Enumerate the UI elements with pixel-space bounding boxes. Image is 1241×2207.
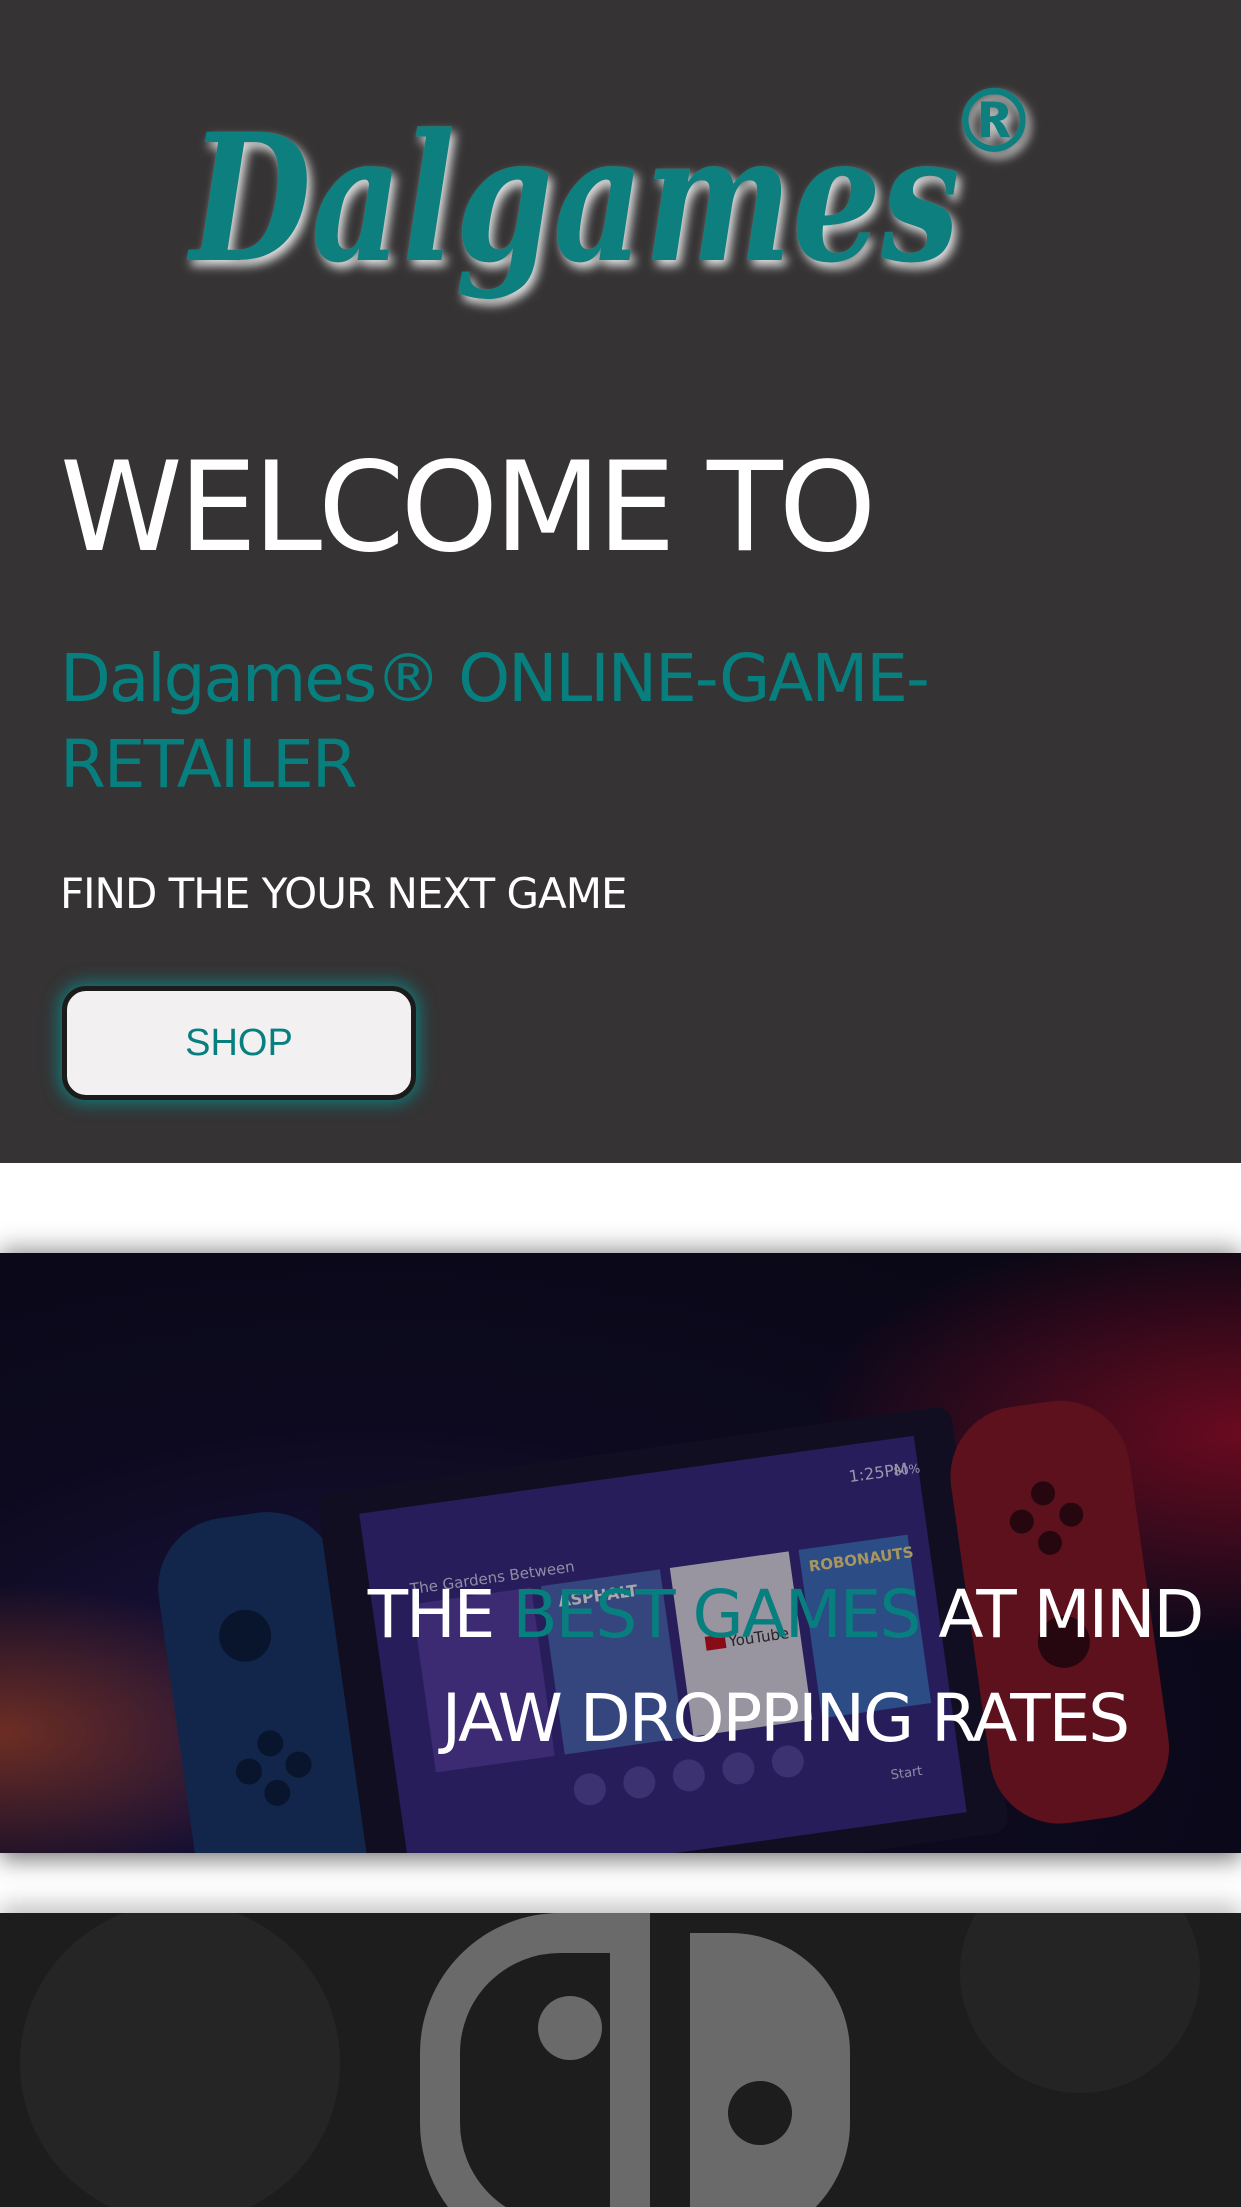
tagline: FIND THE YOUR NEXT GAME (60, 869, 628, 918)
banner-text-accent: BEST GAMES (512, 1576, 921, 1653)
banner-headline: THE BEST GAMES AT MIND JAW DROPPING RATE… (340, 1563, 1230, 1771)
logo-wordmark: Dalgames ® (186, 70, 1038, 302)
hero-section: Dalgames ® WELCOME TO Dalgames® ONLINE-G… (0, 0, 1241, 1163)
banner-line-1: THE BEST GAMES AT MIND (340, 1563, 1230, 1667)
banner-text-start: THE (367, 1576, 513, 1653)
switch-logo-image (0, 1913, 1241, 2207)
dalgames-logo[interactable]: Dalgames ® (186, 70, 1060, 340)
registered-mark: ® (950, 70, 1038, 173)
banner-text-end: AT MIND (919, 1576, 1204, 1653)
shop-button[interactable]: SHOP (62, 986, 416, 1100)
switch-logo-section (0, 1913, 1241, 2207)
retailer-subtitle: Dalgames® ONLINE-GAME-RETAILER (60, 640, 930, 803)
welcome-heading: WELCOME TO (60, 436, 876, 580)
banner-line-2: JAW DROPPING RATES (441, 1680, 1130, 1757)
promo-banner: 1:25PM 80% The Gardens Between ASPHALT Y… (0, 1253, 1241, 1853)
logo-text: Dalgames (186, 95, 960, 302)
